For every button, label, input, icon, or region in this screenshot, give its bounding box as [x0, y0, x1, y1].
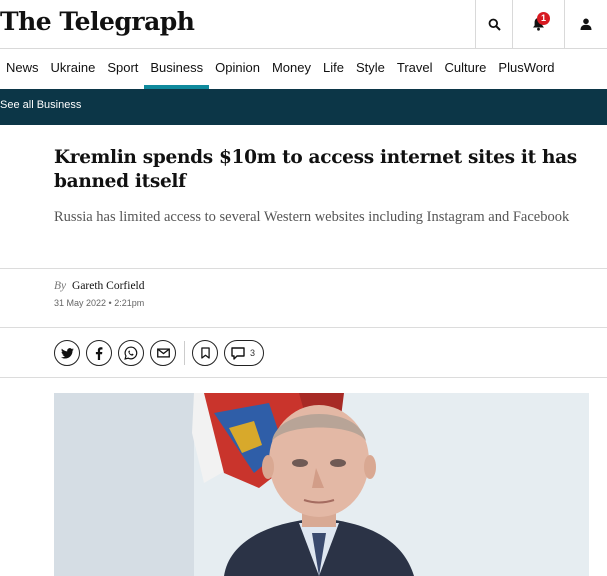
portrait-photo — [54, 393, 589, 576]
email-icon — [156, 348, 170, 358]
account-button[interactable] — [564, 0, 607, 48]
search-button[interactable] — [475, 0, 512, 48]
nav-item-life[interactable]: Life — [317, 49, 350, 89]
comment-icon — [231, 346, 245, 360]
article-headline: Kremlin spends $10m to access internet s… — [54, 147, 577, 192]
publish-date: 31 May 2022 • 2:21pm — [54, 298, 145, 308]
twitter-icon — [60, 347, 74, 359]
search-icon — [488, 18, 501, 31]
primary-nav: News Ukraine Sport Business Opinion Mone… — [0, 49, 607, 89]
nav-item-plusword[interactable]: PlusWord — [492, 49, 560, 89]
share-whatsapp-button[interactable] — [118, 340, 144, 366]
share-separator — [184, 341, 185, 365]
byline: By Gareth Corfield — [54, 280, 145, 292]
whatsapp-icon — [124, 346, 138, 360]
section-subnav: See all Business — [0, 89, 607, 125]
nav-item-culture[interactable]: Culture — [439, 49, 493, 89]
byline-prefix: By — [54, 280, 67, 292]
site-header: The Telegraph 1 — [0, 0, 607, 49]
nav-item-opinion[interactable]: Opinion — [209, 49, 266, 89]
see-all-business-link[interactable]: See all Business — [0, 99, 81, 111]
nav-item-ukraine[interactable]: Ukraine — [45, 49, 102, 89]
nav-item-sport[interactable]: Sport — [101, 49, 144, 89]
nav-item-business[interactable]: Business — [144, 49, 209, 89]
comments-button[interactable]: 3 — [224, 340, 265, 366]
article-standfirst: Russia has limited access to several Wes… — [54, 209, 570, 225]
comment-count: 3 — [250, 348, 256, 358]
share-email-button[interactable] — [150, 340, 176, 366]
author-link[interactable]: Gareth Corfield — [72, 280, 145, 292]
site-logo[interactable]: The Telegraph — [0, 7, 195, 36]
article-hero-image — [54, 393, 589, 576]
divider — [0, 327, 607, 328]
notification-badge: 1 — [537, 12, 550, 25]
nav-item-news[interactable]: News — [0, 49, 45, 89]
nav-item-style[interactable]: Style — [350, 49, 391, 89]
divider — [0, 377, 607, 378]
user-icon — [580, 18, 592, 30]
nav-item-money[interactable]: Money — [266, 49, 317, 89]
bookmark-icon — [200, 347, 210, 359]
facebook-icon — [95, 346, 103, 360]
share-facebook-button[interactable] — [86, 340, 112, 366]
nav-item-travel[interactable]: Travel — [391, 49, 439, 89]
share-twitter-button[interactable] — [54, 340, 80, 366]
notifications-button[interactable]: 1 — [512, 0, 564, 48]
bookmark-button[interactable] — [192, 340, 218, 366]
divider — [0, 268, 607, 269]
share-bar: 3 — [54, 340, 265, 366]
